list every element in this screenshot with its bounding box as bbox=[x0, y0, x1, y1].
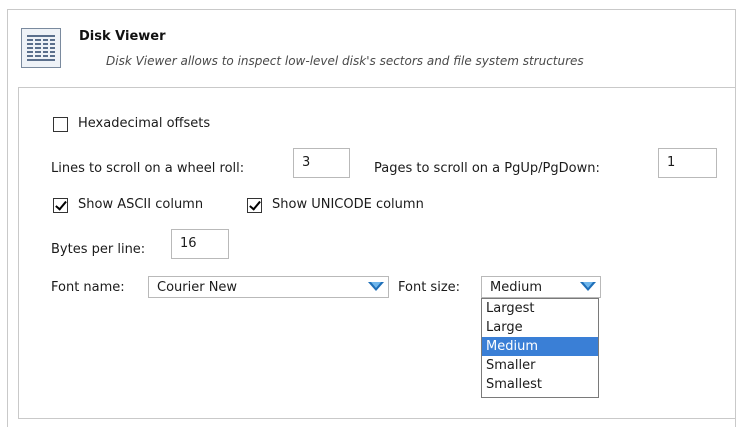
show-ascii-checkbox[interactable] bbox=[53, 198, 68, 213]
hexadecimal-offsets-label[interactable]: Hexadecimal offsets bbox=[78, 116, 210, 131]
show-ascii-label[interactable]: Show ASCII column bbox=[78, 197, 203, 212]
bytes-per-line-label: Bytes per line: bbox=[51, 242, 146, 257]
page-title: Disk Viewer bbox=[79, 29, 166, 44]
dropdown-option-medium[interactable]: Medium bbox=[482, 337, 598, 356]
lines-to-scroll-label: Lines to scroll on a wheel roll: bbox=[51, 161, 245, 176]
disk-viewer-icon bbox=[21, 28, 61, 68]
dropdown-option-smaller[interactable]: Smaller bbox=[482, 356, 598, 375]
show-unicode-checkbox[interactable] bbox=[247, 198, 262, 213]
font-name-select[interactable]: Courier New bbox=[148, 276, 389, 298]
chevron-down-icon[interactable] bbox=[574, 277, 600, 297]
show-unicode-label[interactable]: Show UNICODE column bbox=[272, 197, 424, 212]
chevron-down-icon[interactable] bbox=[362, 277, 388, 297]
font-size-dropdown-list: Largest Large Medium Smaller Smallest bbox=[481, 298, 599, 398]
dropdown-option-largest[interactable]: Largest bbox=[482, 299, 598, 318]
hexadecimal-offsets-checkbox[interactable] bbox=[53, 117, 68, 132]
font-size-select[interactable]: Medium bbox=[481, 276, 601, 298]
pages-to-scroll-input[interactable]: 1 bbox=[658, 148, 717, 178]
page-description: Disk Viewer allows to inspect low-level … bbox=[106, 54, 584, 68]
pages-to-scroll-label: Pages to scroll on a PgUp/PgDown: bbox=[374, 161, 600, 176]
font-name-value: Courier New bbox=[157, 280, 238, 295]
font-size-label: Font size: bbox=[398, 280, 461, 295]
lines-to-scroll-input[interactable]: 3 bbox=[293, 148, 350, 178]
bytes-per-line-input[interactable]: 16 bbox=[171, 229, 229, 259]
font-size-value: Medium bbox=[490, 280, 542, 295]
dropdown-option-large[interactable]: Large bbox=[482, 318, 598, 337]
font-name-label: Font name: bbox=[51, 280, 125, 295]
dropdown-option-smallest[interactable]: Smallest bbox=[482, 375, 598, 394]
